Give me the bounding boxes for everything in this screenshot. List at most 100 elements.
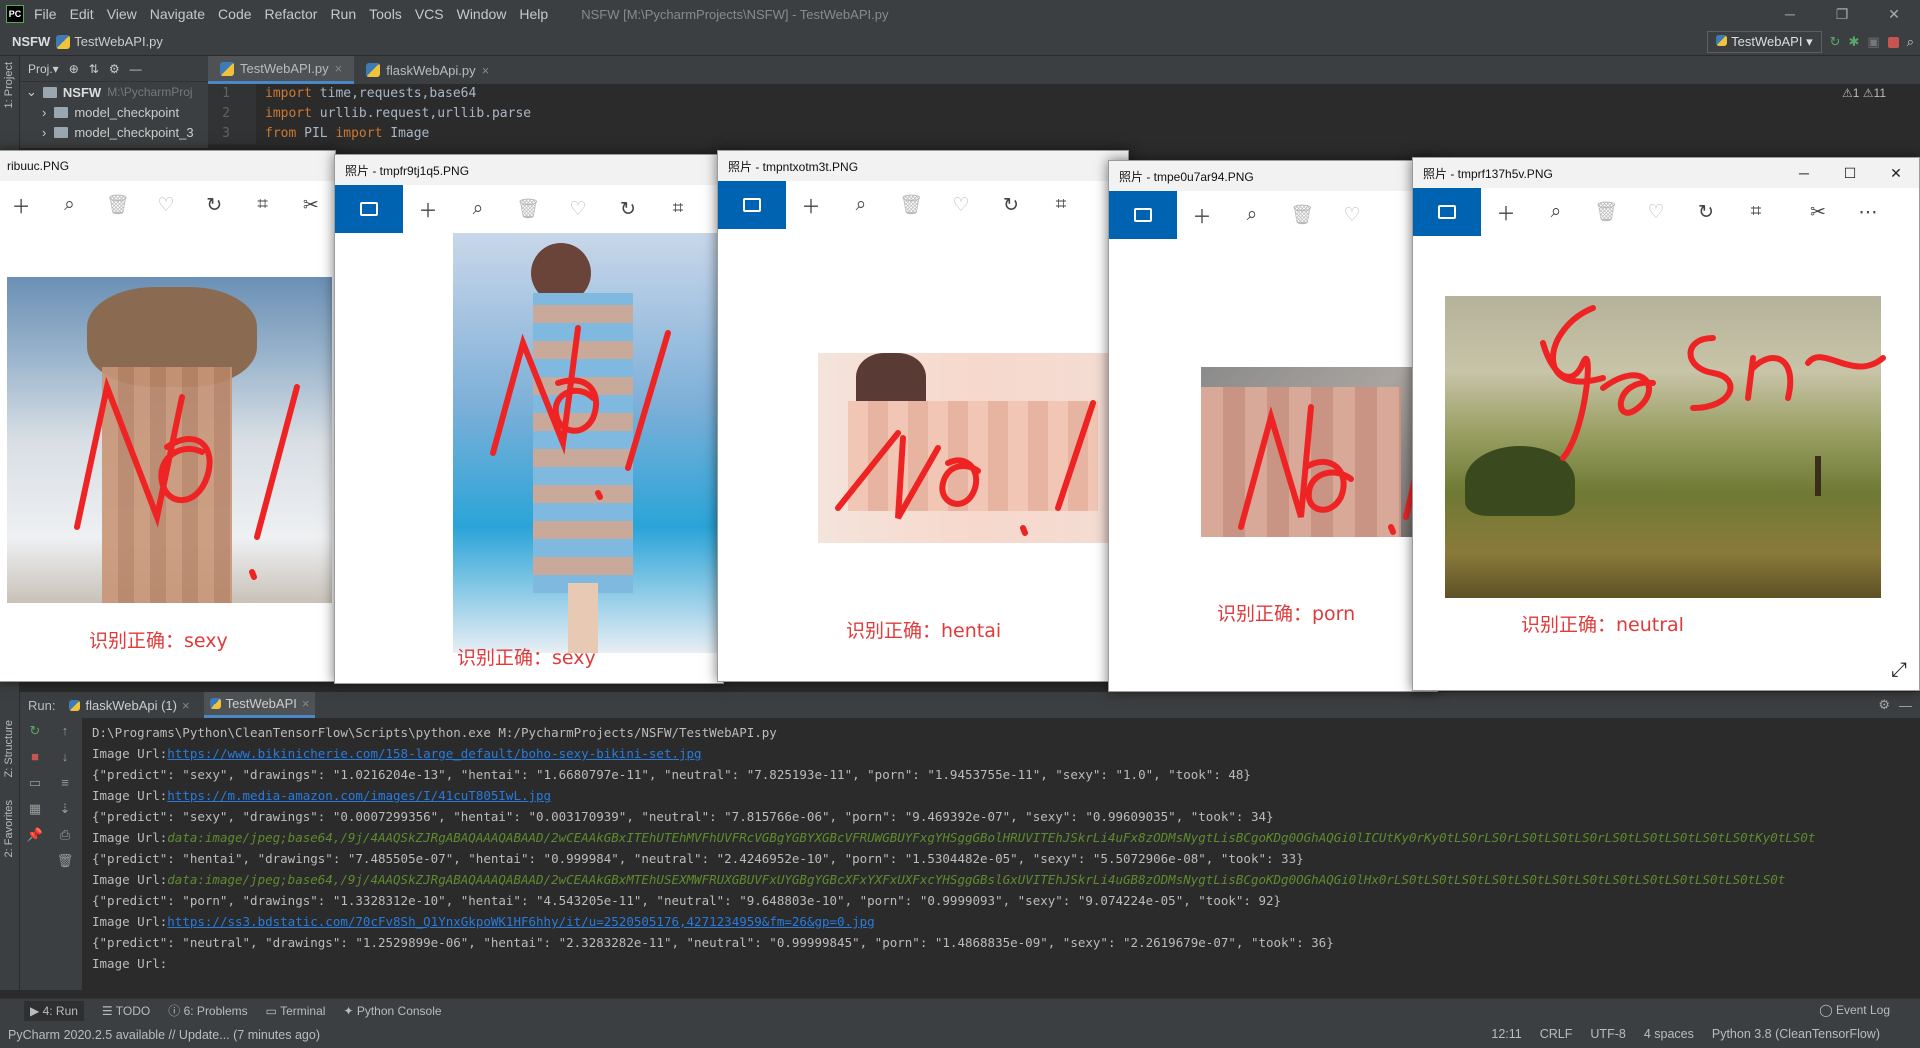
run-tab-flaskwebapi[interactable]: flaskWebApi (1) × [63, 692, 195, 718]
code-editor[interactable]: 1 2 3 import time,requests,base64 import… [208, 84, 1920, 144]
debug-icon[interactable]: ✱ [1849, 34, 1860, 50]
favorite-icon[interactable]: ♡ [553, 198, 603, 221]
rerun-icon[interactable]: ↻ [1830, 34, 1841, 50]
close-tab-icon[interactable]: × [302, 696, 310, 711]
menu-vcs[interactable]: VCS [415, 6, 444, 22]
add-icon[interactable]: ＋ [786, 192, 836, 219]
add-icon[interactable]: ＋ [0, 192, 45, 219]
favorite-icon[interactable]: ♡ [1327, 204, 1377, 227]
delete-icon[interactable]: 🗑 [1277, 203, 1327, 227]
tree-item-folder[interactable]: › model_checkpoint [20, 102, 208, 122]
menu-navigate[interactable]: Navigate [150, 6, 205, 22]
add-icon[interactable]: ＋ [403, 196, 453, 223]
project-tool-tab[interactable]: 1: Project [3, 62, 15, 108]
favorite-icon[interactable]: ♡ [142, 194, 190, 217]
stop-icon[interactable]: ■ [20, 744, 50, 770]
search-icon[interactable]: ⌕ [1907, 34, 1914, 50]
zoom-icon[interactable]: ⌕ [1227, 204, 1277, 226]
soft-wrap-icon[interactable]: ≡ [50, 770, 80, 796]
maximize-icon[interactable]: ☐ [1827, 158, 1873, 188]
close-tab-icon[interactable]: × [335, 61, 343, 76]
run-console[interactable]: D:\Programs\Python\CleanTensorFlow\Scrip… [82, 718, 1920, 990]
menu-code[interactable]: Code [218, 6, 251, 22]
fullscreen-icon[interactable]: ⤢ [1891, 659, 1907, 682]
console-link[interactable]: https://ss3.bdstatic.com/70cFv8Sh_Q1YnxG… [167, 914, 874, 929]
inspection-widget[interactable]: ⚠1 ⚠11 [1842, 86, 1886, 100]
edit-icon[interactable]: ✂ [287, 194, 335, 217]
pin-icon[interactable]: 📌 [20, 822, 50, 848]
caret-position[interactable]: 12:11 [1491, 1027, 1521, 1041]
photos-app-button[interactable] [1109, 191, 1177, 239]
rerun-icon[interactable]: ↻ [20, 718, 50, 744]
rotate-icon[interactable]: ↻ [1681, 201, 1731, 224]
restore-layout-icon[interactable]: ▭ [20, 770, 50, 796]
arrow-up-icon[interactable]: ↑ [50, 718, 80, 744]
rotate-icon[interactable]: ↻ [986, 194, 1036, 217]
structure-tool-tab[interactable]: Z: Structure [3, 720, 15, 777]
breadcrumb-file[interactable]: TestWebAPI.py [74, 34, 163, 49]
close-icon[interactable]: ✕ [1868, 0, 1920, 28]
rotate-icon[interactable]: ↻ [190, 194, 238, 217]
rotate-icon[interactable]: ↻ [603, 198, 653, 221]
arrow-down-icon[interactable]: ↓ [50, 744, 80, 770]
console-data-uri[interactable]: data:image/jpeg;base64,/9j/4AAQSkZJRgABA… [167, 830, 1815, 845]
menu-refactor[interactable]: Refactor [265, 6, 318, 22]
menu-tools[interactable]: Tools [369, 6, 402, 22]
minimize-icon[interactable]: ─ [1764, 0, 1816, 28]
print-icon[interactable]: ⎙ [50, 822, 80, 848]
crop-icon[interactable]: ⌗ [1731, 201, 1781, 223]
tab-flaskwebapi[interactable]: flaskWebApi.py × [354, 56, 501, 84]
favorite-icon[interactable]: ♡ [936, 194, 986, 217]
delete-icon[interactable]: 🗑 [1581, 200, 1631, 224]
tool-tab-problems[interactable]: ⓘ 6: Problems [168, 1002, 247, 1019]
zoom-icon[interactable]: ⌕ [453, 198, 503, 220]
edit-icon[interactable]: ✂ [1793, 201, 1843, 224]
event-log-button[interactable]: ◯ Event Log [1819, 1003, 1890, 1017]
crop-icon[interactable]: ⌗ [1036, 194, 1086, 216]
minimize-icon[interactable]: ─ [1781, 158, 1827, 188]
crop-icon[interactable]: ⌗ [238, 194, 286, 216]
close-tab-icon[interactable]: × [182, 698, 190, 713]
menu-view[interactable]: View [107, 6, 137, 22]
tool-tab-todo[interactable]: ☰ TODO [102, 1004, 150, 1018]
hide-icon[interactable]: — [1899, 698, 1912, 713]
menu-window[interactable]: Window [457, 6, 507, 22]
add-icon[interactable]: ＋ [1177, 202, 1227, 229]
tree-item-folder[interactable]: › model_checkpoint_3 [20, 122, 208, 142]
tool-tab-run[interactable]: ▶ 4: Run [24, 1000, 84, 1021]
indent-setting[interactable]: 4 spaces [1644, 1027, 1694, 1041]
photos-app-button[interactable] [335, 185, 403, 233]
close-tab-icon[interactable]: × [482, 63, 490, 78]
close-icon[interactable]: ✕ [1873, 158, 1919, 188]
tree-item-root[interactable]: ⌄ NSFW M:\PycharmProj [20, 82, 208, 102]
zoom-icon[interactable]: ⌕ [1531, 201, 1581, 223]
restore-icon[interactable]: ❐ [1816, 0, 1868, 28]
run-tab-testwebapi[interactable]: TestWebAPI × [203, 692, 316, 718]
layout-icon[interactable]: ▦ [20, 796, 50, 822]
menu-file[interactable]: File [34, 6, 57, 22]
delete-icon[interactable]: 🗑 [94, 193, 142, 217]
gear-icon[interactable]: ⚙ [109, 62, 120, 76]
zoom-icon[interactable]: ⌕ [45, 194, 93, 216]
run-configuration-dropdown[interactable]: TestWebAPI ▾ [1707, 31, 1822, 53]
gear-icon[interactable]: ⚙ [1878, 697, 1890, 713]
line-separator[interactable]: CRLF [1540, 1027, 1573, 1041]
tool-tab-terminal[interactable]: ▭ Terminal [266, 1004, 326, 1018]
hide-icon[interactable]: — [130, 62, 142, 76]
menu-help[interactable]: Help [519, 6, 548, 22]
console-link[interactable]: https://m.media-amazon.com/images/I/41cu… [167, 788, 551, 803]
more-icon[interactable]: ⋯ [1843, 201, 1893, 224]
status-message[interactable]: PyCharm 2020.2.5 available // Update... … [8, 1028, 320, 1042]
code-area[interactable]: import time,requests,base64 import urlli… [265, 84, 531, 144]
project-view-selector[interactable]: Proj.▾ [28, 62, 59, 76]
favorite-icon[interactable]: ♡ [1631, 201, 1681, 224]
delete-icon[interactable]: 🗑 [886, 193, 936, 217]
console-link[interactable]: https://www.bikinicherie.com/158-large_d… [167, 746, 701, 761]
stop-icon[interactable] [1887, 36, 1899, 48]
favorites-tool-tab[interactable]: 2: Favorites [3, 800, 15, 857]
delete-icon[interactable]: 🗑 [503, 197, 553, 221]
tool-tab-python-console[interactable]: ✦ Python Console [343, 1004, 441, 1018]
tab-testwebapi[interactable]: TestWebAPI.py × [208, 56, 355, 84]
breadcrumb-project[interactable]: NSFW [12, 34, 50, 49]
interpreter-selector[interactable]: Python 3.8 (CleanTensorFlow) [1712, 1027, 1880, 1041]
